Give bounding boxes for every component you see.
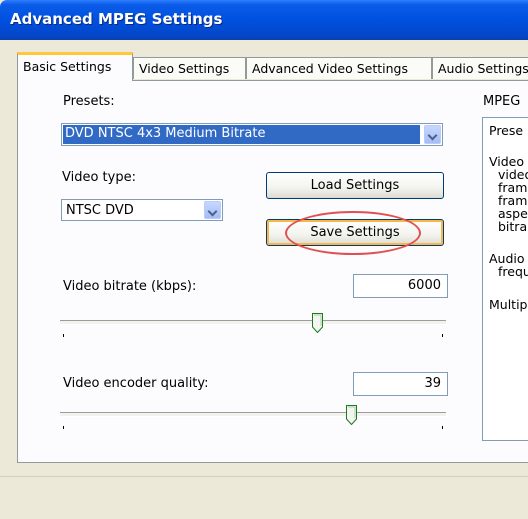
summary-line: Prese [489,123,524,138]
tab-label: Audio Settings [438,61,528,76]
video-type-dropdown[interactable]: NTSC DVD [61,199,223,221]
video-bitrate-slider-track [60,320,446,325]
advanced-mpeg-settings-window: Advanced MPEG Settings Basic Settings Vi… [0,0,528,519]
video-bitrate-slider-thumb[interactable] [312,313,324,333]
chevron-down-icon[interactable] [204,201,221,219]
video-encoder-quality-label: Video encoder quality: [63,376,209,391]
presets-dropdown[interactable]: DVD NTSC 4x3 Medium Bitrate [61,123,443,146]
summary-line: Multip [489,297,528,312]
video-encoder-quality-input[interactable]: 39 [353,372,448,396]
window-title: Advanced MPEG Settings [10,10,223,28]
mpeg-preview-label: MPEG [483,94,521,109]
tab-advanced-video-settings[interactable]: Advanced Video Settings [246,57,432,79]
tab-video-settings[interactable]: Video Settings [133,57,246,79]
settings-summary-box: Prese Video video fram fram aspe bitra A… [482,117,528,441]
load-settings-button[interactable]: Load Settings [266,172,444,199]
video-type-value: NTSC DVD [66,203,134,218]
video-bitrate-label: Video bitrate (kbps): [63,279,197,294]
tab-label: Basic Settings [23,59,112,74]
video-encoder-quality-slider-track [60,412,446,417]
video-type-label: Video type: [62,170,136,185]
tab-strip: Basic Settings Video Settings Advanced V… [0,52,528,82]
tab-label: Video Settings [139,61,230,76]
presets-label: Presets: [63,94,115,109]
summary-line: bitra [498,219,528,234]
presets-value: DVD NTSC 4x3 Medium Bitrate [63,125,420,144]
tab-label: Advanced Video Settings [252,61,408,76]
chevron-down-icon[interactable] [424,125,441,144]
summary-line: frequ [498,264,528,279]
dialog-bottom-divider [0,476,528,477]
video-bitrate-slider-ticks [63,334,443,337]
save-settings-button[interactable]: Save Settings [266,219,444,246]
video-bitrate-input[interactable]: 6000 [353,274,448,298]
title-bar[interactable]: Advanced MPEG Settings [0,0,528,40]
video-encoder-quality-slider-thumb[interactable] [346,405,358,425]
tab-audio-settings[interactable]: Audio Settings [432,57,528,79]
video-encoder-quality-slider-ticks [63,426,443,429]
tab-basic-settings[interactable]: Basic Settings [17,52,133,81]
